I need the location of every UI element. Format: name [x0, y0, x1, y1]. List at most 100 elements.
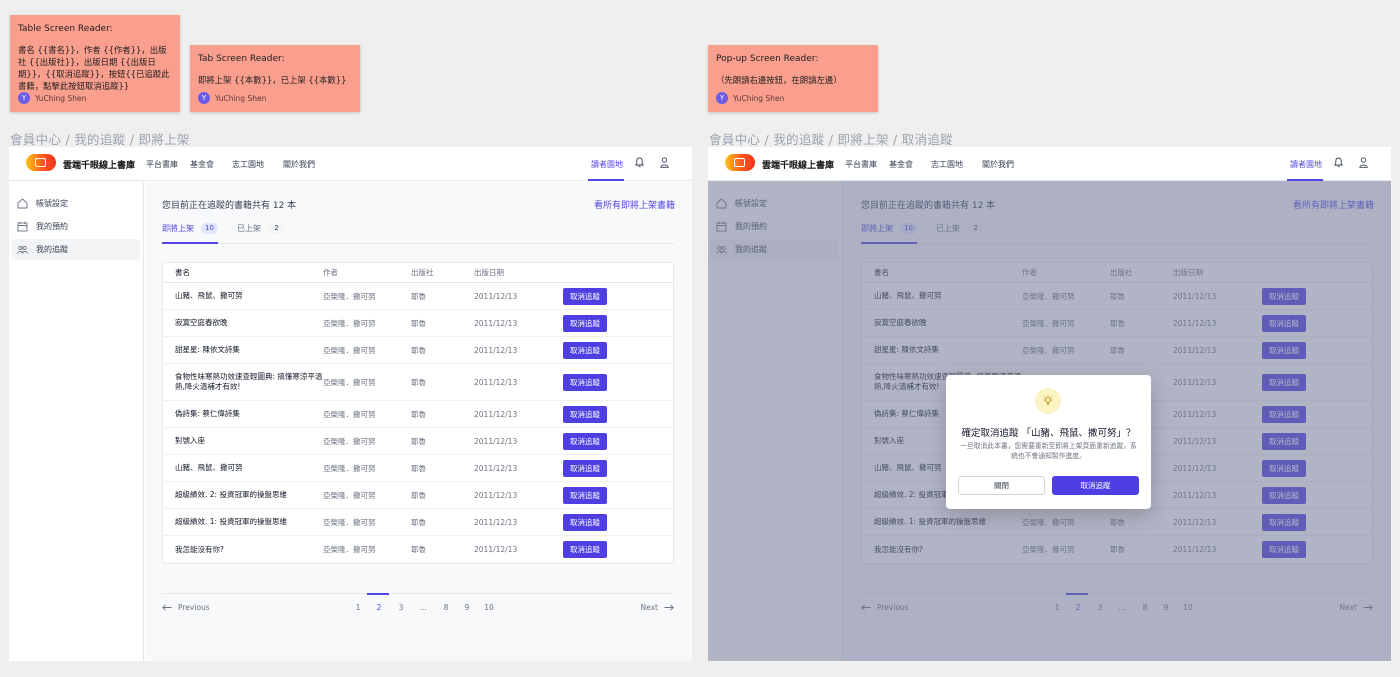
table-row: 超級績效. 1: 投資冠軍的操盤思維 亞榮隆．撒可努 耶魯 2011/12/13 取消追…: [163, 509, 673, 536]
author-cell: 亞榮隆．撒可努: [323, 377, 376, 387]
untrack-button[interactable]: 取消追蹤: [563, 541, 607, 558]
note-table-screen-reader: Table Screen Reader: 書名 {{書名}}，作者 {{作者}}…: [10, 15, 180, 112]
sidebar-item-label: 我的追蹤: [36, 245, 68, 254]
page-number-button[interactable]: 1: [351, 603, 365, 612]
page-number-button[interactable]: 3: [394, 603, 408, 612]
book-title-cell: 我怎能沒有你?: [175, 544, 224, 554]
see-all-upcoming-link[interactable]: 看所有即將上架書籍: [594, 198, 675, 211]
note-author: Y YuChing Shen: [18, 92, 86, 104]
book-title-cell: 山豬、飛鼠、撒可努: [175, 291, 243, 300]
nav-foundation[interactable]: 基金會: [889, 159, 913, 170]
main-content: 您目前正在追蹤的書籍共有 12 本 看所有即將上架書籍 即將上架 10 已上架 …: [145, 182, 692, 661]
author-cell: 亞榮隆．撒可努: [323, 291, 376, 301]
note-body: 書名 {{書名}}，作者 {{作者}}，出版社 {{出版社}}，出版日期 {{出…: [18, 45, 170, 91]
nav-about[interactable]: 關於我們: [283, 159, 315, 170]
column-header-title: 書名: [175, 267, 190, 277]
column-header-date: 出版日期: [474, 268, 504, 277]
untrack-button[interactable]: 取消追蹤: [563, 373, 607, 391]
previous-page-button[interactable]: Previous: [162, 603, 210, 612]
nav-reader-area[interactable]: 讀者園地: [591, 159, 623, 170]
book-title-cell: 對號入座: [175, 436, 205, 445]
column-header-publisher: 出版社: [411, 268, 434, 277]
brand-name[interactable]: 雲端千眼線上書庫: [63, 158, 135, 171]
note-author: Y YuChing Shen: [716, 92, 784, 104]
publisher-cell: 耶魯: [411, 490, 426, 500]
confirm-untrack-button[interactable]: 取消追蹤: [1052, 476, 1139, 495]
next-page-button[interactable]: Next: [641, 603, 674, 612]
nav-platform-library[interactable]: 平台書庫: [146, 159, 178, 170]
page-number-button[interactable]: 9: [460, 603, 474, 612]
tab-count-badge: 2: [268, 223, 285, 234]
publisher-cell: 耶魯: [411, 291, 426, 301]
untrack-button[interactable]: 取消追蹤: [563, 341, 607, 359]
next-label: Next: [640, 603, 658, 612]
author-cell: 亞榮隆．撒可努: [323, 463, 376, 473]
tab-label: 即將上架: [162, 224, 194, 233]
book-title-cell: 寂寞空庭春欲晚: [175, 318, 228, 327]
page-ellipsis: ...: [419, 603, 427, 612]
untrack-button[interactable]: 取消追蹤: [563, 405, 607, 423]
nav-reader-area[interactable]: 讀者園地: [1290, 159, 1322, 170]
untrack-button[interactable]: 取消追蹤: [563, 459, 607, 477]
publisher-cell: 耶魯: [411, 463, 426, 473]
untrack-button[interactable]: 取消追蹤: [563, 432, 607, 450]
publisher-cell: 耶魯: [411, 318, 426, 328]
book-title-cell: 山豬、飛鼠、撒可努: [175, 463, 243, 472]
library-logo[interactable]: [725, 154, 755, 171]
publisher-cell: 耶魯: [411, 436, 426, 446]
publisher-cell: 耶魯: [411, 377, 426, 387]
untrack-button[interactable]: 取消追蹤: [563, 314, 607, 332]
page-number-button[interactable]: 8: [439, 603, 453, 612]
nav-platform-library[interactable]: 平台書庫: [845, 159, 877, 170]
nav-volunteer[interactable]: 志工園地: [931, 159, 963, 170]
nav-about[interactable]: 關於我們: [982, 159, 1014, 170]
calendar-icon: [17, 221, 28, 232]
publish-date-cell: 2011/12/13: [474, 490, 518, 500]
page-number-button[interactable]: 10: [482, 603, 496, 612]
nav-active-indicator: [588, 179, 624, 181]
book-title-cell: 超級績效. 1: 投資冠軍的操盤思維: [175, 517, 287, 526]
publish-date-cell: 2011/12/13: [474, 436, 518, 446]
publish-date-cell: 2011/12/13: [474, 545, 518, 554]
untrack-button[interactable]: 取消追蹤: [563, 513, 607, 531]
table-row: 山豬、飛鼠、撒可努 亞榮隆．撒可努 耶魯 2011/12/13 取消追蹤: [163, 455, 673, 482]
publish-date-cell: 2011/12/13: [474, 318, 518, 328]
author-name: YuChing Shen: [733, 93, 785, 103]
sidebar-item-tracking[interactable]: 我的追蹤: [12, 239, 140, 260]
note-title: Tab Screen Reader:: [198, 54, 285, 64]
bell-icon[interactable]: [635, 157, 644, 168]
nav-foundation[interactable]: 基金會: [190, 159, 214, 170]
sidebar-item-reservations[interactable]: 我的預約: [12, 216, 140, 237]
book-title-cell: 甜星星: 陳依文詩集: [175, 345, 240, 354]
close-button[interactable]: 關閉: [958, 476, 1045, 495]
sidebar-item-account[interactable]: 帳號設定: [12, 193, 140, 214]
untrack-button[interactable]: 取消追蹤: [563, 287, 607, 305]
author-cell: 亞榮隆．撒可努: [323, 409, 376, 419]
lightbulb-icon: [1035, 388, 1061, 414]
publish-date-cell: 2011/12/13: [474, 377, 518, 387]
brand-name[interactable]: 雲端千眼線上書庫: [762, 158, 834, 171]
tab-published[interactable]: 已上架 2: [237, 223, 285, 234]
publisher-cell: 耶魯: [411, 409, 426, 419]
untrack-button[interactable]: 取消追蹤: [563, 486, 607, 504]
publish-date-cell: 2011/12/13: [474, 409, 518, 419]
note-author: Y YuChing Shen: [198, 92, 266, 104]
publisher-cell: 耶魯: [411, 345, 426, 355]
sidebar-item-label: 帳號設定: [36, 199, 68, 208]
bell-icon[interactable]: [1334, 157, 1343, 168]
breadcrumb: 會員中心 / 我的追蹤 / 即將上架 / 取消追蹤: [709, 132, 953, 147]
page-number-button[interactable]: 2: [372, 603, 386, 612]
nav-volunteer[interactable]: 志工園地: [232, 159, 264, 170]
home-icon: [17, 198, 28, 209]
table-row: 甜星星: 陳依文詩集 亞榮隆．撒可努 耶魯 2011/12/13 取消追蹤: [163, 337, 673, 364]
table-row: 對號入座 亞榮隆．撒可努 耶魯 2011/12/13 取消追蹤: [163, 428, 673, 455]
library-logo[interactable]: [26, 154, 56, 171]
user-icon[interactable]: [660, 157, 669, 168]
author-cell: 亞榮隆．撒可努: [323, 490, 376, 500]
avatar: Y: [18, 92, 30, 104]
tab-label: 已上架: [237, 224, 261, 233]
tab-upcoming[interactable]: 即將上架 10: [162, 223, 218, 234]
user-icon[interactable]: [1359, 157, 1368, 168]
column-header-author: 作者: [323, 268, 338, 277]
dialog-message: 一旦取消此本書，您需要重新至即將上架頁面重新追蹤，系統也不會通知製作進度。: [960, 442, 1137, 460]
